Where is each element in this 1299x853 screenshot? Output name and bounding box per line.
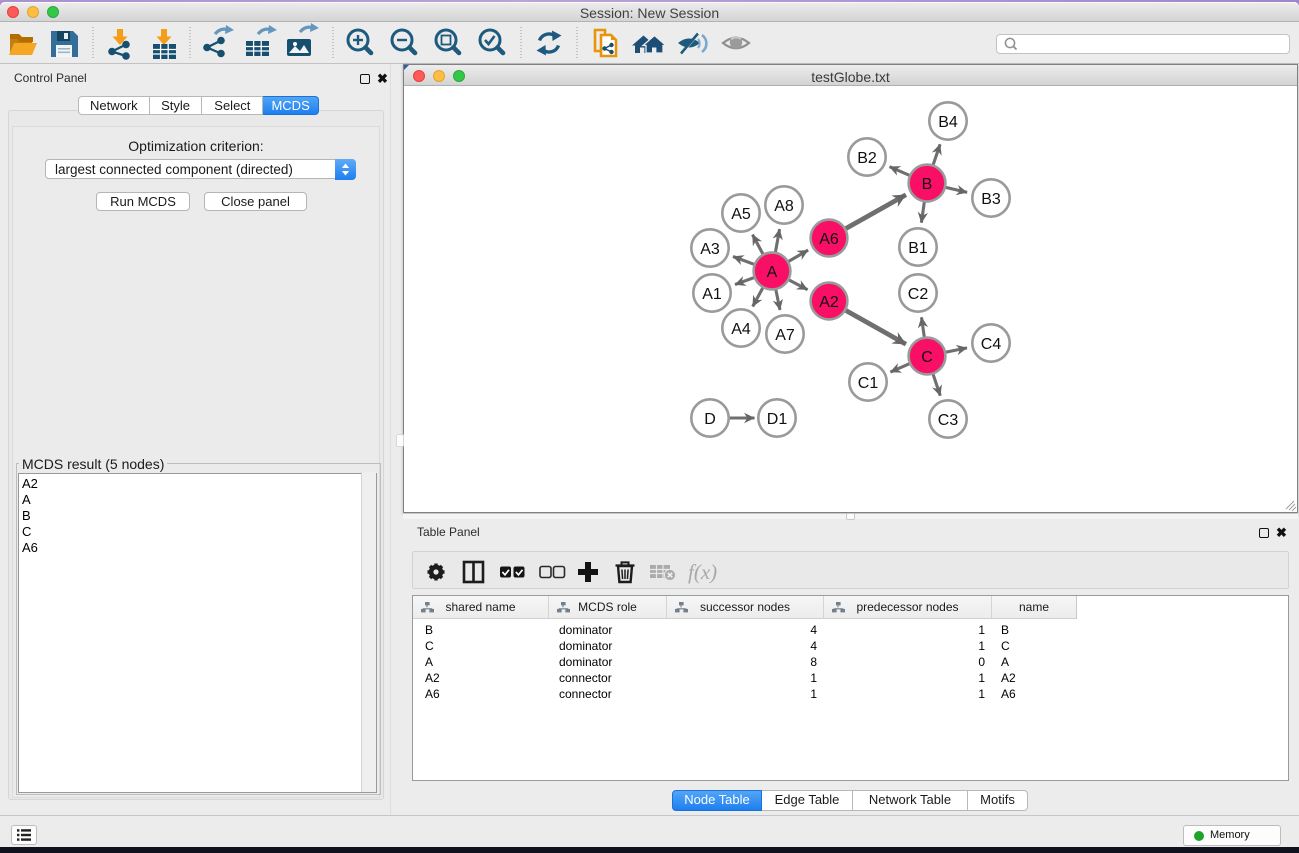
- svg-text:C: C: [921, 349, 933, 366]
- svg-text:C3: C3: [938, 412, 959, 429]
- svg-text:A3: A3: [700, 241, 720, 258]
- svg-text:B1: B1: [908, 240, 928, 257]
- svg-text:A6: A6: [819, 231, 839, 248]
- svg-text:D1: D1: [767, 411, 788, 428]
- svg-text:A8: A8: [774, 198, 794, 215]
- svg-text:B4: B4: [938, 114, 958, 131]
- svg-text:C2: C2: [908, 286, 929, 303]
- svg-text:A1: A1: [702, 286, 722, 303]
- svg-text:A2: A2: [819, 294, 839, 311]
- svg-text:D: D: [704, 411, 716, 428]
- svg-text:C1: C1: [858, 375, 879, 392]
- svg-text:B: B: [922, 176, 933, 193]
- svg-text:B2: B2: [857, 150, 877, 167]
- svg-text:A5: A5: [731, 206, 751, 223]
- svg-text:A7: A7: [775, 327, 795, 344]
- svg-text:C4: C4: [981, 336, 1002, 353]
- svg-text:A: A: [767, 264, 778, 281]
- svg-text:f(x): f(x): [688, 560, 717, 584]
- svg-text:A4: A4: [731, 321, 751, 338]
- svg-text:B3: B3: [981, 191, 1001, 208]
